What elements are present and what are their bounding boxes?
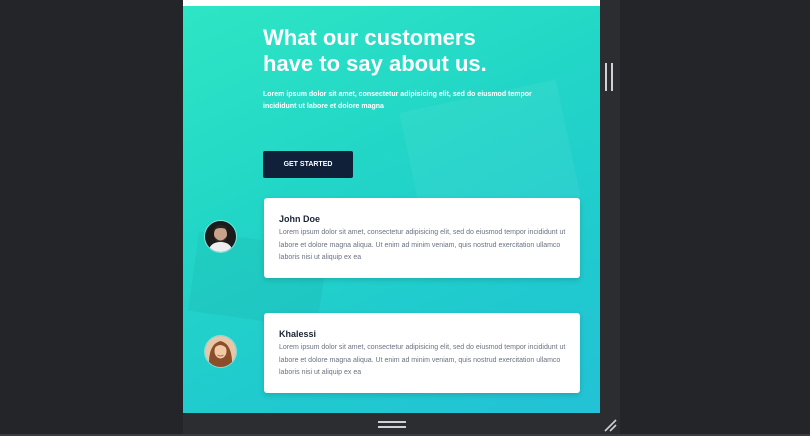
testimonial-item: Khalessi Lorem ipsum dolor sit amet, con… xyxy=(183,313,600,393)
vertical-resize-grip-icon[interactable] xyxy=(605,63,613,91)
page-headline: What our customers have to say about us. xyxy=(263,25,487,76)
woman-portrait-icon xyxy=(205,336,236,367)
preview-frame: What our customers have to say about us.… xyxy=(183,0,600,413)
corner-resize-icon[interactable] xyxy=(603,418,617,432)
horizontal-resize-grip-icon[interactable] xyxy=(378,421,406,428)
testimonial-text: Lorem ipsum dolor sit amet, consectetur … xyxy=(279,344,566,376)
avatar xyxy=(204,335,237,368)
avatar xyxy=(204,220,237,253)
preview-right-gutter xyxy=(600,0,620,413)
testimonial-name: Khalessi xyxy=(279,329,317,339)
get-started-button[interactable]: GET STARTED xyxy=(263,151,353,178)
testimonial-card: John Doe Lorem ipsum dolor sit amet, con… xyxy=(264,198,580,278)
man-portrait-icon xyxy=(205,221,236,252)
testimonial-card: Khalessi Lorem ipsum dolor sit amet, con… xyxy=(264,313,580,393)
page-subheadline: Lorem ipsum dolor sit amet, consectetur … xyxy=(263,91,532,110)
testimonial-name: John Doe xyxy=(279,214,321,224)
testimonial-text: Lorem ipsum dolor sit amet, consectetur … xyxy=(279,229,566,261)
testimonial-item: John Doe Lorem ipsum dolor sit amet, con… xyxy=(183,198,600,278)
